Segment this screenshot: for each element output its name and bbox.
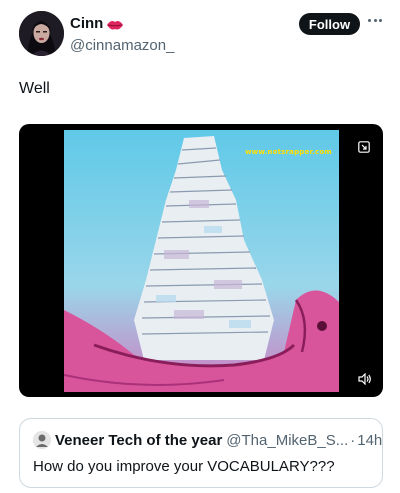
tweet-text: Well bbox=[19, 80, 50, 97]
video-frame[interactable] bbox=[64, 130, 339, 392]
quoted-separator: · bbox=[350, 431, 356, 449]
tweet-header: Cinn @cinnamazon_ Follow bbox=[0, 0, 400, 70]
author-display-name[interactable]: Cinn bbox=[70, 15, 103, 32]
volume-icon[interactable] bbox=[358, 372, 372, 386]
quoted-tweet[interactable]: Veneer Tech of the year @Tha_MikeB_S... … bbox=[19, 418, 383, 488]
quoted-timestamp: 14h bbox=[357, 431, 383, 449]
lips-emoji-icon bbox=[106, 18, 124, 30]
follow-button[interactable]: Follow bbox=[299, 13, 360, 35]
quoted-tweet-text: How do you improve your VOCABULARY??? bbox=[33, 458, 335, 475]
more-options-icon[interactable] bbox=[368, 17, 382, 23]
picture-in-picture-icon[interactable] bbox=[358, 140, 370, 153]
quoted-author-handle: @Tha_MikeB_S... bbox=[226, 431, 349, 449]
video-watermark: www.notsrapper.com bbox=[245, 148, 332, 156]
author-avatar[interactable] bbox=[19, 11, 64, 56]
video-player[interactable]: www.notsrapper.com bbox=[19, 124, 383, 397]
author-name-row[interactable]: Cinn bbox=[70, 15, 124, 32]
author-handle[interactable]: @cinnamazon_ bbox=[70, 37, 174, 54]
quoted-tweet-header: Veneer Tech of the year @Tha_MikeB_S... … bbox=[33, 431, 382, 449]
quoted-author-name: Veneer Tech of the year bbox=[55, 431, 223, 449]
quoted-author-avatar bbox=[33, 431, 51, 449]
